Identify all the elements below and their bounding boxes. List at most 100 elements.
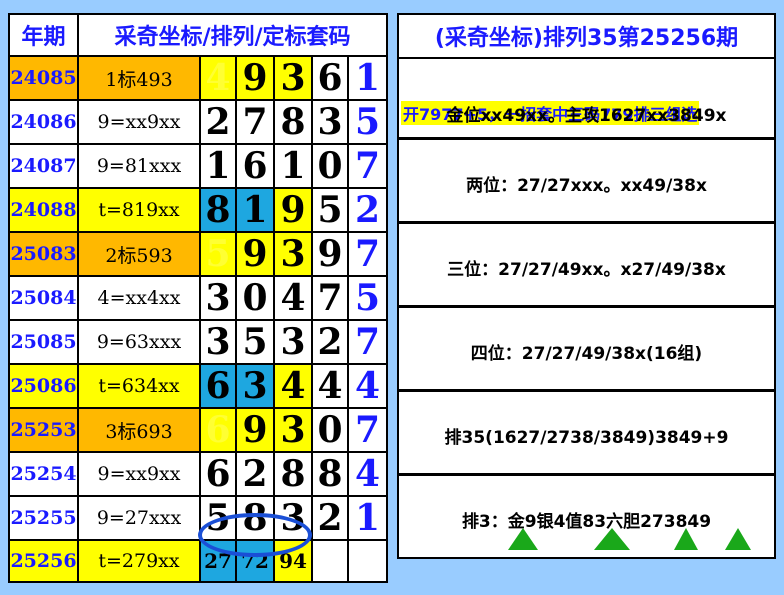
box-2: 两位：27/27xxx。xx49/38x — [399, 140, 774, 224]
digit-cell: 9 — [311, 231, 349, 277]
table-row: 25083 2标593 5 9 3 9 7 — [8, 231, 389, 277]
digit-cell: 7 — [235, 99, 275, 145]
desc-cell: 9=81xxx — [77, 143, 201, 189]
digit-cell — [311, 539, 349, 583]
table-row: 24086 9=xx9xx 2 7 8 3 5 — [8, 99, 389, 145]
period-cell: 24085 — [8, 55, 79, 101]
desc-cell: 9=63xxx — [77, 319, 201, 365]
digit-cell: 0 — [311, 143, 349, 189]
period-cell: 24087 — [8, 143, 79, 189]
last-digit-cell: 7 — [346, 407, 389, 453]
last-digit-cell — [346, 539, 389, 583]
digit-cell: 8 — [199, 187, 237, 233]
prediction-panel: (采奇坐标)排列35第25256期 开7977+5，一招套中三码779排三组选 … — [397, 13, 776, 559]
desc-cell: 3标693 — [77, 407, 201, 453]
digit-cell: 0 — [235, 275, 275, 321]
table-row: 25085 9=63xxx 3 5 3 2 7 — [8, 319, 389, 365]
digit-cell: 3 — [273, 231, 313, 277]
header-period: 年期 — [8, 13, 79, 57]
digit-cell: 3 — [273, 407, 313, 453]
digit-cell: 1 — [273, 143, 313, 189]
triangle-marker-3 — [674, 528, 698, 550]
digit-cell: 6 — [311, 55, 349, 101]
table-row: 25253 3标693 6 9 3 0 7 — [8, 407, 389, 453]
table-row: 25255 9=27xxx 5 8 3 2 1 — [8, 495, 389, 541]
digit-cell: 3 — [199, 275, 237, 321]
digit-cell: 5 — [199, 495, 237, 541]
last-digit-cell: 4 — [346, 451, 389, 497]
digit-cell: 5 — [199, 231, 237, 277]
digit-cell: 6 — [199, 407, 237, 453]
desc-cell: 9=27xxx — [77, 495, 201, 541]
digit-cell: 5 — [235, 319, 275, 365]
period-cell: 25253 — [8, 407, 79, 453]
digit-cell: 3 — [273, 319, 313, 365]
digit-cell: 1 — [199, 143, 237, 189]
box-6: 排3：金9银4值83六胆273849 — [399, 476, 774, 557]
desc-cell: 1标493 — [77, 55, 201, 101]
digit-cell: 0 — [311, 407, 349, 453]
digit-cell: 2 — [311, 319, 349, 365]
digit-cell: 72 — [235, 539, 275, 583]
box-3: 三位：27/27/49xx。x27/49/38x — [399, 224, 774, 308]
digit-cell: 9 — [273, 187, 313, 233]
box-1: 开7977+5，一招套中三码779排三组选 金位xx49xx。主攻1627xx3… — [399, 57, 774, 140]
period-cell: 25086 — [8, 363, 79, 409]
digit-cell: 4 — [311, 363, 349, 409]
digit-cell: 94 — [273, 539, 313, 583]
box-4-text: 四位：27/27/49/38x(16组) — [470, 344, 703, 364]
digit-cell: 7 — [311, 275, 349, 321]
digit-cell: 2 — [311, 495, 349, 541]
digit-cell: 6 — [199, 363, 237, 409]
last-digit-cell: 5 — [346, 275, 389, 321]
desc-cell: 4=xx4xx — [77, 275, 201, 321]
table-row: 25256 t=279xx 27 72 94 — [8, 539, 389, 583]
period-cell: 25083 — [8, 231, 79, 277]
digit-cell: 8 — [311, 451, 349, 497]
digit-cell: 6 — [199, 451, 237, 497]
digit-cell: 3 — [273, 495, 313, 541]
last-digit-cell: 7 — [346, 231, 389, 277]
digit-cell: 9 — [235, 231, 275, 277]
digit-cell: 5 — [311, 187, 349, 233]
desc-cell: t=634xx — [77, 363, 201, 409]
digit-cell: 9 — [235, 407, 275, 453]
box-3-text: 三位：27/27/49xx。x27/49/38x — [447, 260, 726, 280]
triangle-marker-4 — [725, 528, 751, 550]
digit-cell: 8 — [273, 99, 313, 145]
desc-cell: 2标593 — [77, 231, 201, 277]
digit-cell: 8 — [235, 495, 275, 541]
period-cell: 24086 — [8, 99, 79, 145]
box-5: 排35(1627/2738/3849)3849+9 — [399, 392, 774, 476]
history-table: 年期 采奇坐标/排列/定标套码 24085 1标493 4 9 3 6 1 24086 9=xx… — [8, 13, 389, 583]
last-digit-cell: 7 — [346, 319, 389, 365]
last-digit-cell: 5 — [346, 99, 389, 145]
digit-cell: 4 — [273, 363, 313, 409]
digit-cell: 3 — [273, 55, 313, 101]
box-2-text: 两位：27/27xxx。xx49/38x — [466, 176, 707, 196]
digit-cell: 4 — [273, 275, 313, 321]
digit-cell: 3 — [235, 363, 275, 409]
table-row: 24087 9=81xxx 1 6 1 0 7 — [8, 143, 389, 189]
digit-cell: 2 — [199, 99, 237, 145]
last-digit-cell: 7 — [346, 143, 389, 189]
table-row: 25254 9=xx9xx 6 2 8 8 4 — [8, 451, 389, 497]
table-header-row: 年期 采奇坐标/排列/定标套码 — [8, 13, 389, 57]
digit-cell: 4 — [199, 55, 237, 101]
box-1-text: 金位xx49xx。主攻1627xx3849x — [446, 106, 727, 126]
period-cell: 25255 — [8, 495, 79, 541]
last-digit-cell: 1 — [346, 495, 389, 541]
period-cell: 24088 — [8, 187, 79, 233]
last-digit-cell: 1 — [346, 55, 389, 101]
triangle-marker-2 — [594, 528, 630, 550]
period-cell: 25084 — [8, 275, 79, 321]
box-5-text: 排35(1627/2738/3849)3849+9 — [444, 428, 729, 448]
desc-cell: t=279xx — [77, 539, 201, 583]
desc-cell: 9=xx9xx — [77, 451, 201, 497]
desc-cell: t=819xx — [77, 187, 201, 233]
last-digit-cell: 4 — [346, 363, 389, 409]
table-row: 25086 t=634xx 6 3 4 4 4 — [8, 363, 389, 409]
digit-cell: 1 — [235, 187, 275, 233]
digit-cell: 2 — [235, 451, 275, 497]
digit-cell: 9 — [235, 55, 275, 101]
